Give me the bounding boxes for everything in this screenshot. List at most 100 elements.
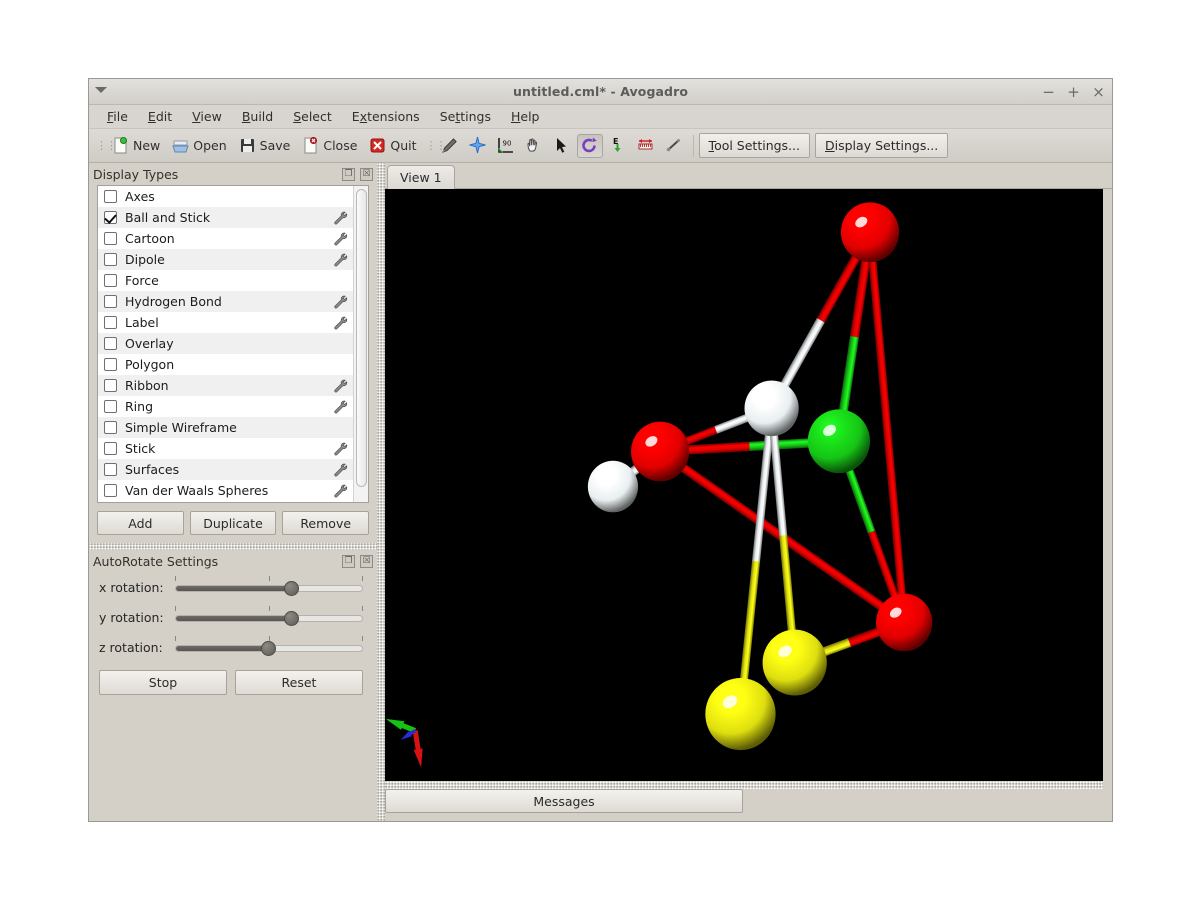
display-type-checkbox[interactable]: [104, 295, 117, 308]
toolbar-grip[interactable]: ⋮⋮: [96, 136, 103, 156]
atom[interactable]: [808, 409, 870, 473]
display-types-list[interactable]: AxesBall and StickCartoonDipoleForceHydr…: [98, 186, 353, 502]
tool-settings-button[interactable]: Tool Settings...: [699, 133, 810, 158]
display-type-row[interactable]: Label: [98, 312, 353, 333]
wrench-icon[interactable]: [333, 442, 348, 456]
dock-splitter[interactable]: [89, 543, 377, 550]
autorotate-tool[interactable]: [577, 134, 603, 158]
display-type-row[interactable]: Ring: [98, 396, 353, 417]
close-button[interactable]: ×: [1092, 85, 1105, 100]
atom[interactable]: [588, 461, 638, 512]
wrench-icon[interactable]: [333, 463, 348, 477]
display-type-settings-cell[interactable]: [333, 295, 349, 309]
display-type-row[interactable]: Overlay: [98, 333, 353, 354]
display-type-checkbox[interactable]: [104, 211, 117, 224]
horizontal-splitter[interactable]: [385, 781, 1103, 789]
new-button[interactable]: New: [106, 133, 166, 158]
wrench-icon[interactable]: [333, 484, 348, 498]
wrench-icon[interactable]: [333, 316, 348, 330]
display-type-row[interactable]: Ball and Stick: [98, 207, 353, 228]
autorotate-close-button[interactable]: ☒: [360, 555, 373, 568]
menu-settings[interactable]: Settings: [430, 106, 501, 127]
wrench-icon[interactable]: [333, 253, 348, 267]
molecule-3d-view[interactable]: [385, 189, 1103, 781]
atom[interactable]: [841, 202, 899, 262]
menu-edit[interactable]: Edit: [138, 106, 182, 127]
menu-file[interactable]: File: [97, 106, 138, 127]
display-type-checkbox[interactable]: [104, 253, 117, 266]
display-type-checkbox[interactable]: [104, 442, 117, 455]
display-type-row[interactable]: Force: [98, 270, 353, 291]
display-type-checkbox[interactable]: [104, 400, 117, 413]
wrench-icon[interactable]: [333, 379, 348, 393]
reset-button[interactable]: Reset: [235, 670, 363, 695]
maximize-button[interactable]: +: [1067, 85, 1080, 100]
display-type-checkbox[interactable]: [104, 190, 117, 203]
messages-button[interactable]: Messages: [385, 789, 743, 813]
display-type-settings-cell[interactable]: [333, 232, 349, 246]
display-type-row[interactable]: Polygon: [98, 354, 353, 375]
slider-handle[interactable]: [284, 581, 299, 596]
display-types-scrollbar[interactable]: [353, 186, 368, 502]
display-type-settings-cell[interactable]: [333, 400, 349, 414]
draw-tool[interactable]: [437, 134, 463, 158]
tools-toolbar-grip[interactable]: ⋮⋮: [426, 136, 433, 156]
open-button[interactable]: Open: [166, 133, 232, 158]
display-type-row[interactable]: Stick: [98, 438, 353, 459]
display-type-settings-cell[interactable]: [333, 484, 349, 498]
menu-view[interactable]: View: [182, 106, 232, 127]
view-tab[interactable]: View 1: [387, 165, 455, 189]
minimize-button[interactable]: −: [1042, 85, 1055, 100]
duplicate-button[interactable]: Duplicate: [190, 511, 277, 535]
save-button[interactable]: Save: [233, 133, 297, 158]
display-type-checkbox[interactable]: [104, 232, 117, 245]
display-type-checkbox[interactable]: [104, 358, 117, 371]
display-type-checkbox[interactable]: [104, 337, 117, 350]
display-type-settings-cell[interactable]: [333, 253, 349, 267]
wrench-icon[interactable]: [333, 211, 348, 225]
display-type-row[interactable]: Simple Wireframe: [98, 417, 353, 438]
selection-tool[interactable]: [549, 134, 575, 158]
atom[interactable]: [763, 630, 827, 696]
atom[interactable]: [745, 380, 799, 436]
display-type-checkbox[interactable]: [104, 484, 117, 497]
slider-handle[interactable]: [261, 641, 276, 656]
atom[interactable]: [631, 422, 689, 482]
display-settings-button[interactable]: Display Settings...: [815, 133, 948, 158]
manipulate-tool[interactable]: [521, 134, 547, 158]
display-type-row[interactable]: Hydrogen Bond: [98, 291, 353, 312]
atom[interactable]: [705, 678, 775, 750]
menu-help[interactable]: Help: [501, 106, 550, 127]
autorotate-float-button[interactable]: ❐: [342, 555, 355, 568]
wrench-icon[interactable]: [333, 295, 348, 309]
display-type-checkbox[interactable]: [104, 316, 117, 329]
display-types-scrollbar-thumb[interactable]: [356, 189, 367, 487]
display-type-settings-cell[interactable]: [333, 379, 349, 393]
display-type-row[interactable]: Axes: [98, 186, 353, 207]
z-rotation-slider[interactable]: [175, 636, 363, 658]
menu-extensions[interactable]: Extensions: [342, 106, 430, 127]
display-type-row[interactable]: Van der Waals Spheres: [98, 480, 353, 501]
display-type-row[interactable]: Dipole: [98, 249, 353, 270]
bond-centric-tool[interactable]: [661, 134, 687, 158]
display-type-settings-cell[interactable]: [333, 316, 349, 330]
display-types-float-button[interactable]: ❐: [342, 168, 355, 181]
display-type-settings-cell[interactable]: [333, 463, 349, 477]
display-type-settings-cell[interactable]: [333, 442, 349, 456]
stop-button[interactable]: Stop: [99, 670, 227, 695]
display-type-row[interactable]: Cartoon: [98, 228, 353, 249]
autooptimize-tool[interactable]: E: [605, 134, 631, 158]
x-rotation-slider[interactable]: [175, 576, 363, 598]
add-button[interactable]: Add: [97, 511, 184, 535]
y-rotation-slider[interactable]: [175, 606, 363, 628]
menu-select[interactable]: Select: [283, 106, 342, 127]
wrench-icon[interactable]: [333, 232, 348, 246]
menu-build[interactable]: Build: [232, 106, 283, 127]
display-type-checkbox[interactable]: [104, 274, 117, 287]
vertical-splitter[interactable]: [377, 163, 385, 821]
quit-button[interactable]: Quit: [363, 133, 422, 158]
display-type-checkbox[interactable]: [104, 379, 117, 392]
display-type-checkbox[interactable]: [104, 463, 117, 476]
navigate-tool[interactable]: [465, 134, 491, 158]
slider-handle[interactable]: [284, 611, 299, 626]
